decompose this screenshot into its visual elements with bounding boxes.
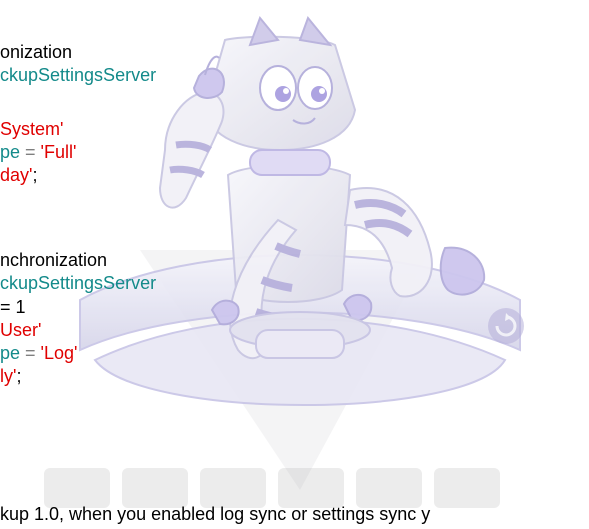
- code-string: ly': [0, 366, 17, 386]
- code-text: nchronization: [0, 250, 108, 270]
- code-line-1: onization: [0, 41, 72, 64]
- code-line-7: ckupSettingsServer: [0, 272, 156, 295]
- code-operator: =: [20, 343, 41, 363]
- code-identifier: pe: [0, 142, 21, 162]
- code-line-6: nchronization: [0, 249, 107, 272]
- code-semicolon: ;: [32, 165, 38, 185]
- code-text: = 1: [0, 297, 26, 317]
- code-operator: =: [20, 142, 41, 162]
- code-line-3: System': [0, 118, 63, 141]
- code-line-2: ckupSettingsServer: [0, 64, 156, 87]
- sql-snippet: onization ckupSettingsServer System' pe …: [0, 0, 589, 529]
- code-string: System': [0, 119, 64, 139]
- code-line-5: day';: [0, 164, 37, 187]
- code-line-9: User': [0, 319, 41, 342]
- code-string: 'Full': [40, 142, 77, 162]
- code-line-4: pe = 'Full': [0, 141, 76, 164]
- code-identifier: ckupSettingsServer: [0, 273, 157, 293]
- code-string: User': [0, 320, 42, 340]
- code-string: 'Log': [40, 343, 78, 363]
- code-line-11: ly';: [0, 365, 21, 388]
- code-string: day': [0, 165, 33, 185]
- code-identifier: pe: [0, 343, 21, 363]
- code-text: onization: [0, 42, 73, 62]
- code-line-8: = 1: [0, 296, 26, 319]
- code-identifier: ckupSettingsServer: [0, 65, 157, 85]
- code-line-10: pe = 'Log': [0, 342, 77, 365]
- code-semicolon: ;: [16, 366, 22, 386]
- document-page: onization ckupSettingsServer System' pe …: [0, 0, 589, 529]
